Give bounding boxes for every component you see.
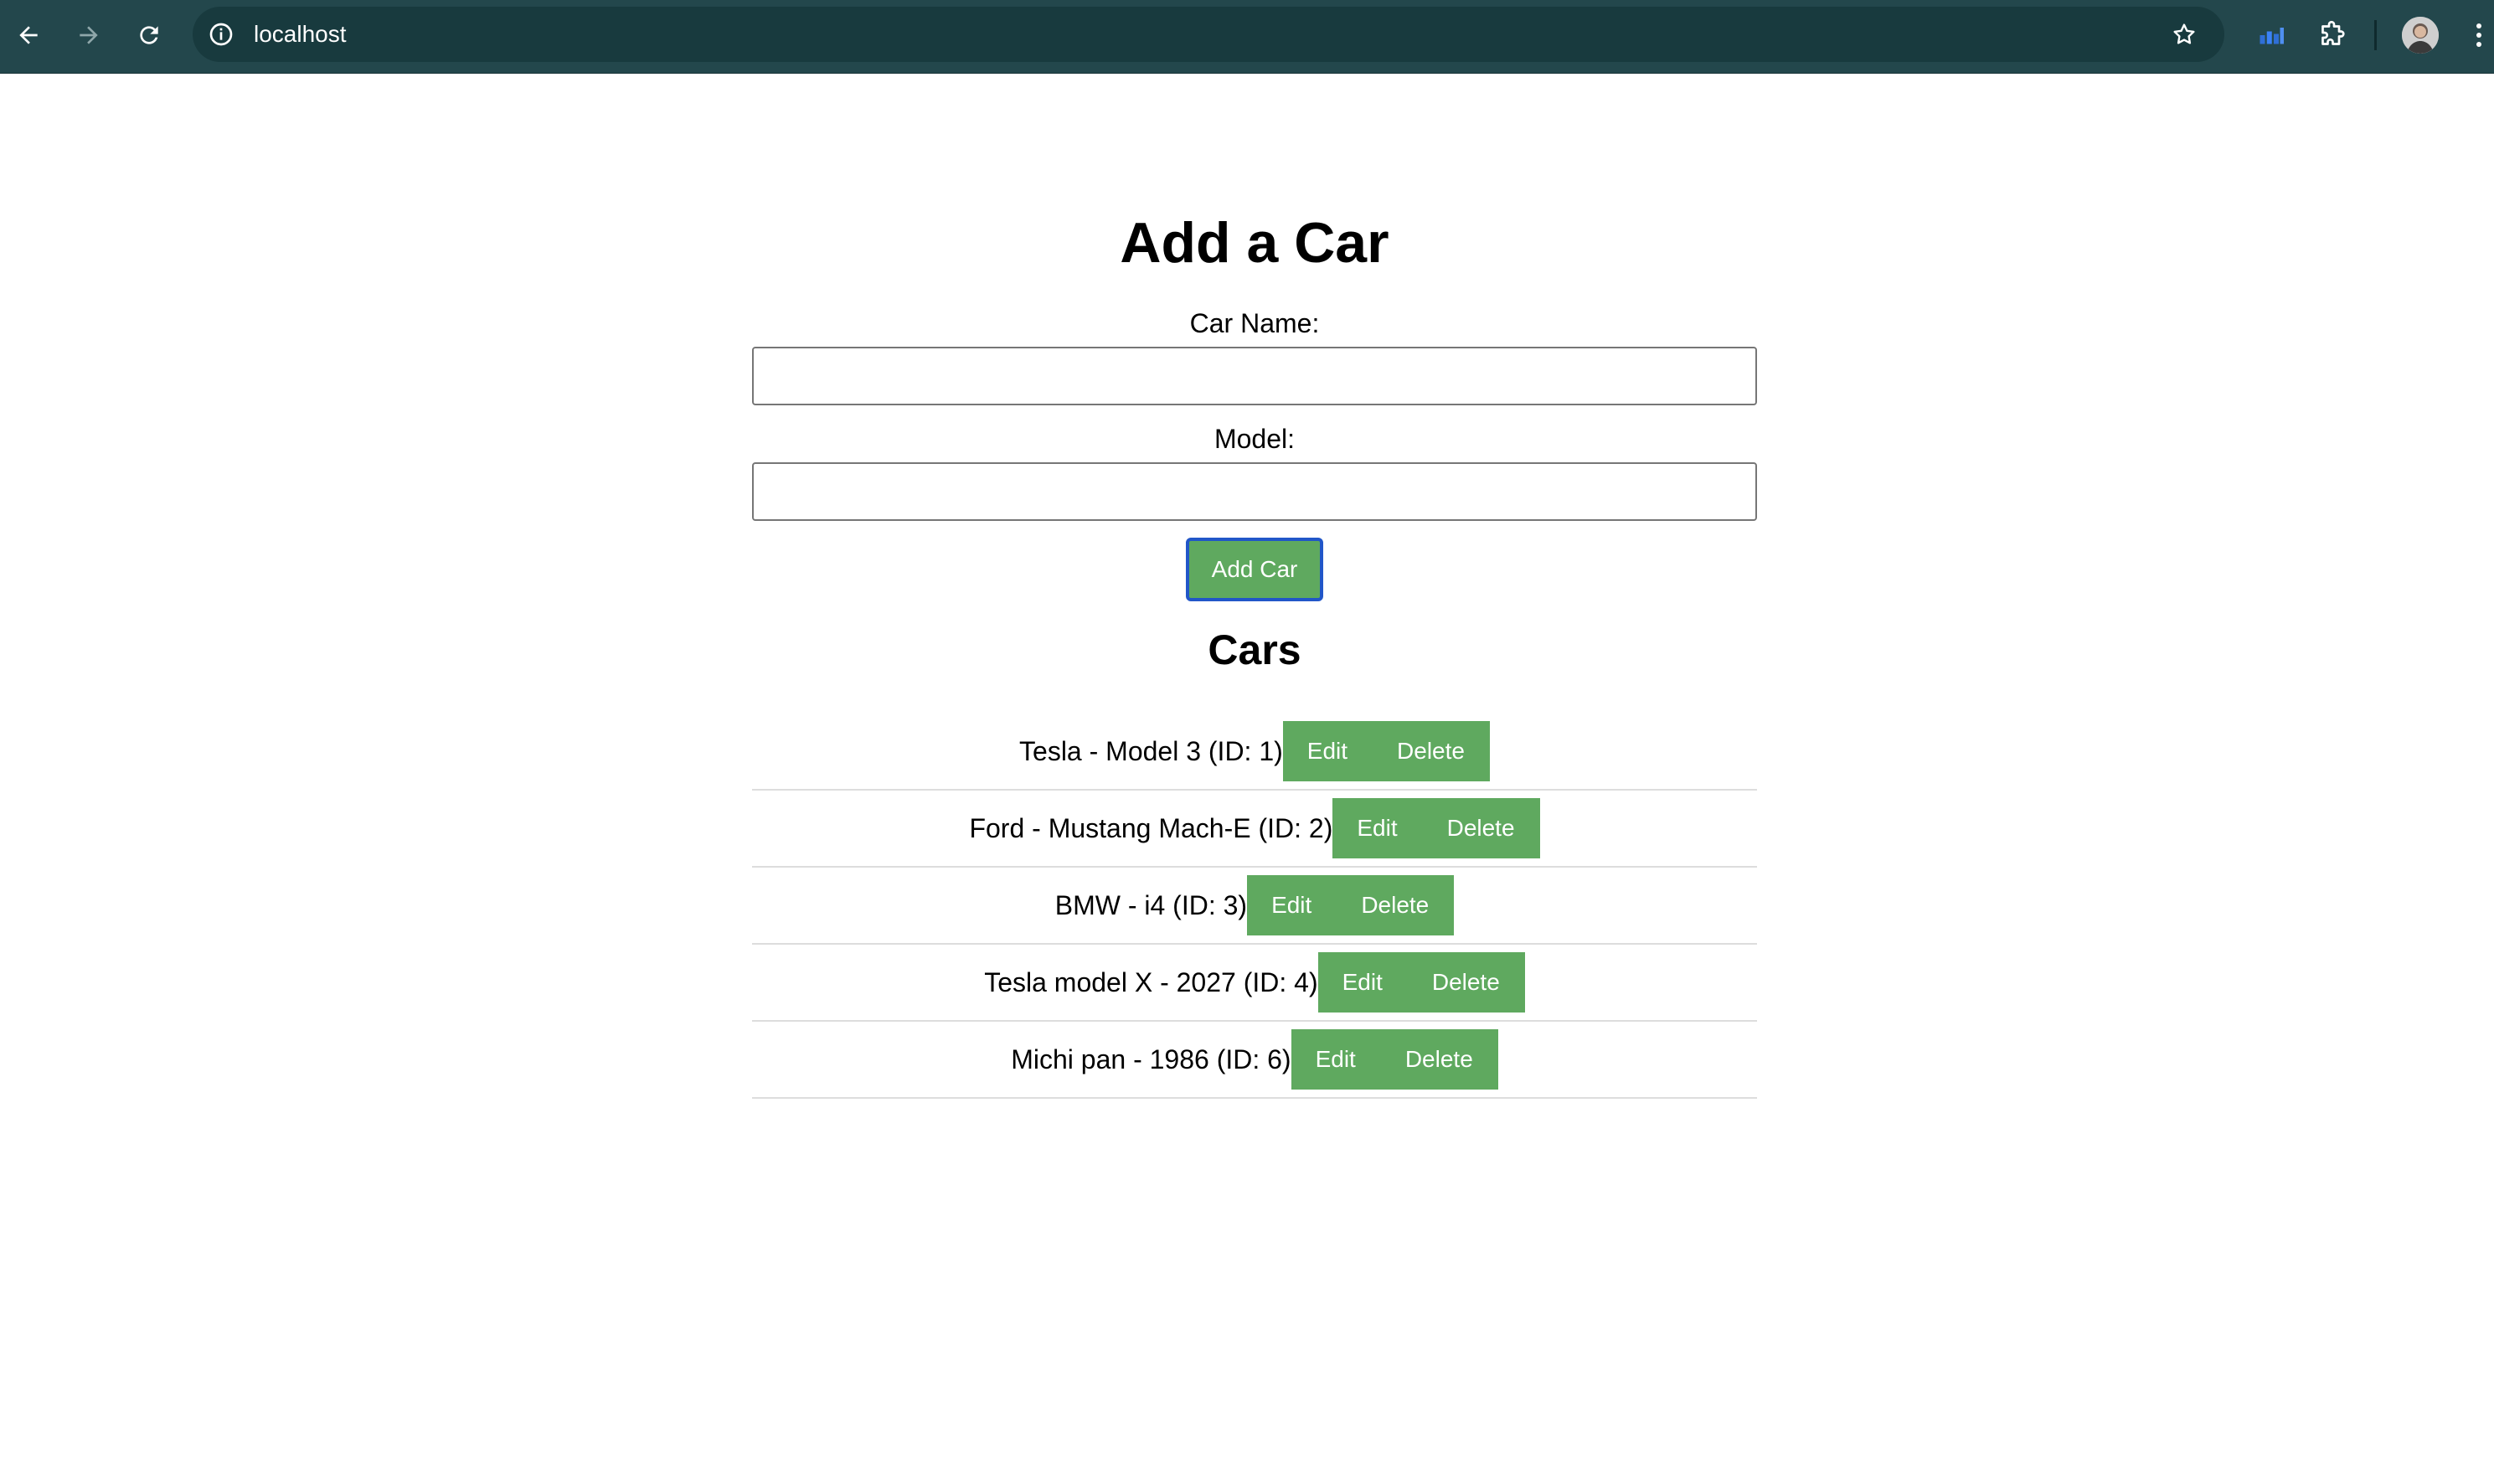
extensions-menu-button[interactable] (2311, 15, 2352, 55)
edit-button[interactable]: Edit (1332, 798, 1422, 858)
url-text[interactable]: localhost (254, 7, 347, 62)
browser-menu-button[interactable] (2464, 15, 2494, 55)
page-content: Add a Car Car Name: Model: Add Car Cars … (0, 74, 2494, 1484)
back-button[interactable] (8, 15, 49, 55)
add-car-button[interactable]: Add Car (1186, 538, 1323, 601)
list-item: Ford - Mustang Mach-E (ID: 2) Edit Delet… (752, 791, 1757, 868)
edit-button[interactable]: Edit (1282, 721, 1373, 781)
delete-button[interactable]: Delete (1336, 875, 1455, 935)
toolbar-divider (2374, 20, 2377, 50)
list-item: BMW - i4 (ID: 3) Edit Delete (752, 868, 1757, 945)
extension-chart-icon (2260, 28, 2284, 44)
model-input[interactable] (752, 462, 1757, 521)
car-label: Tesla model X - 2027 (ID: 4) (984, 966, 1318, 997)
profile-picture-icon (2402, 17, 2439, 54)
list-item: Tesla - Model 3 (ID: 1) Edit Delete (752, 714, 1757, 791)
delete-button[interactable]: Delete (1421, 798, 1540, 858)
reload-button[interactable] (129, 15, 169, 55)
edit-button[interactable]: Edit (1247, 875, 1337, 935)
car-label: Michi pan - 1986 (ID: 6) (1011, 1043, 1291, 1074)
delete-button[interactable]: Delete (1379, 1029, 1498, 1090)
cars-heading: Cars (1208, 626, 1301, 673)
list-item: Tesla model X - 2027 (ID: 4) Edit Delete (752, 945, 1757, 1022)
address-bar[interactable]: localhost (193, 7, 2224, 62)
browser-toolbar: localhost (0, 0, 2494, 74)
model-label: Model: (1214, 424, 1296, 454)
edit-button[interactable]: Edit (1317, 952, 1407, 1013)
page-title: Add a Car (1120, 211, 1389, 275)
list-item: Michi pan - 1986 (ID: 6) Edit Delete (752, 1022, 1757, 1099)
back-arrow-icon (19, 26, 38, 44)
forward-arrow-icon (80, 26, 98, 44)
delete-button[interactable]: Delete (1372, 721, 1490, 781)
delete-button[interactable]: Delete (1406, 952, 1525, 1013)
car-label: Tesla - Model 3 (ID: 1) (1019, 735, 1283, 766)
reload-icon (140, 26, 158, 44)
car-label: BMW - i4 (ID: 3) (1054, 889, 1248, 920)
car-list: Tesla - Model 3 (ID: 1) Edit Delete Ford… (752, 714, 1757, 1099)
puzzle-icon (2321, 20, 2345, 45)
info-icon[interactable] (208, 21, 234, 48)
forward-button[interactable] (69, 15, 109, 55)
extension-button[interactable] (2251, 15, 2291, 55)
car-name-label: Car Name: (1189, 308, 1320, 338)
car-label: Ford - Mustang Mach-E (ID: 2) (969, 812, 1333, 843)
avatar[interactable] (2402, 17, 2439, 54)
kebab-menu-icon (2476, 23, 2481, 47)
car-name-input[interactable] (752, 347, 1757, 405)
star-icon[interactable] (2171, 21, 2198, 48)
edit-button[interactable]: Edit (1291, 1029, 1380, 1090)
